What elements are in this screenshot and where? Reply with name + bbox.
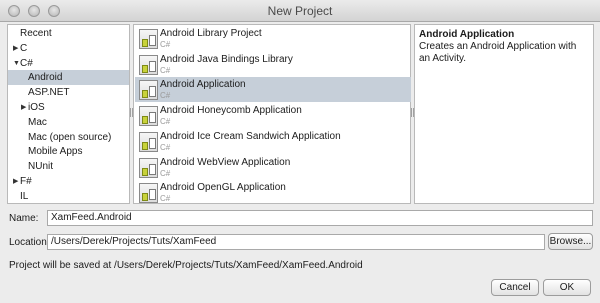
template-language: C# <box>160 168 171 178</box>
template-name: Android Library Project <box>160 28 262 39</box>
category-item[interactable]: ▶ F# <box>8 174 129 189</box>
category-item[interactable]: ▼ C# <box>8 56 129 71</box>
disclosure-expanded-icon[interactable]: ▼ <box>13 56 20 71</box>
ok-button[interactable]: OK <box>543 279 591 296</box>
category-tree: Recent ▶ C ▼ C# Android ASP.NET ▶ iOS Mac Mac (ope… <box>7 24 130 204</box>
cancel-button[interactable]: Cancel <box>491 279 539 296</box>
template-language: C# <box>160 91 171 101</box>
template-item[interactable]: Android Ice Cream Sandwich Application C# <box>135 129 411 154</box>
category-label: Recent <box>20 28 52 39</box>
template-language: C# <box>160 142 171 152</box>
category-label: iOS <box>28 102 45 113</box>
template-item[interactable]: Android Honeycomb Application C# <box>135 103 411 128</box>
location-field[interactable]: /Users/Derek/Projects/Tuts/XamFeed <box>47 234 545 250</box>
disclosure-collapsed-icon[interactable]: ▶ <box>13 174 18 189</box>
category-item[interactable]: NUnit <box>8 159 129 174</box>
template-name: Android Java Bindings Library <box>160 53 293 65</box>
category-label: C <box>20 42 28 54</box>
category-item[interactable]: Mac (open source) <box>8 130 129 145</box>
template-name: Android Honeycomb Application <box>160 105 302 117</box>
category-item[interactable]: Recent <box>8 26 129 41</box>
category-label: ASP.NET <box>28 87 70 99</box>
category-item[interactable]: Android <box>8 70 129 86</box>
template-language: C# <box>160 40 171 49</box>
category-item[interactable]: Mobile Apps <box>8 144 129 159</box>
browse-button[interactable]: Browse... <box>548 233 593 250</box>
android-project-icon <box>139 54 158 75</box>
template-item[interactable]: Android Library Project C# <box>135 26 411 51</box>
template-language: C# <box>160 194 171 204</box>
category-label: Mac <box>28 116 47 128</box>
template-item[interactable]: Android Application C# <box>135 77 411 103</box>
android-project-icon <box>139 131 158 152</box>
category-item[interactable]: ▶ iOS <box>8 100 129 115</box>
category-item[interactable]: Mac <box>8 115 129 130</box>
android-project-icon <box>139 29 158 49</box>
disclosure-collapsed-icon[interactable]: ▶ <box>13 41 18 56</box>
description-panel: Android Application Creates an Android A… <box>414 24 594 204</box>
android-project-icon <box>139 183 158 204</box>
save-path-info: Project will be saved at /Users/Derek/Pr… <box>9 260 363 271</box>
android-project-icon <box>139 80 158 101</box>
title-bar: New Project <box>0 0 600 22</box>
category-label: F# <box>20 176 32 187</box>
template-item[interactable]: Android OpenGL Application C# <box>135 180 411 205</box>
category-label: C# <box>20 57 33 69</box>
template-list: Android Library Project C# Android Java Bi… <box>133 24 411 204</box>
template-language: C# <box>160 65 171 75</box>
description-title: Android Application <box>419 29 515 40</box>
description-text: Creates an Android Application with an A… <box>419 41 577 64</box>
template-language: C# <box>160 117 171 127</box>
category-item[interactable]: ▶ C <box>8 41 129 56</box>
name-field[interactable]: XamFeed.Android <box>47 210 593 226</box>
template-item[interactable]: Android WebView Application C# <box>135 155 411 180</box>
template-name: Android Ice Cream Sandwich Application <box>160 130 341 142</box>
android-project-icon <box>139 157 158 178</box>
template-item[interactable]: Android Java Bindings Library C# <box>135 52 411 77</box>
template-name: Android OpenGL Application <box>160 182 286 194</box>
window-title: New Project <box>267 4 333 18</box>
category-label: Mac (open source) <box>28 131 112 143</box>
category-item[interactable]: ASP.NET <box>8 85 129 100</box>
template-name: Android WebView Application <box>160 156 291 168</box>
template-name: Android Application <box>160 79 246 91</box>
category-label: Mobile Apps <box>28 146 83 158</box>
android-project-icon <box>139 106 158 127</box>
category-item[interactable]: IL <box>8 189 129 204</box>
disclosure-collapsed-icon[interactable]: ▶ <box>21 100 26 115</box>
location-label: Location: <box>9 237 50 248</box>
name-label: Name: <box>9 213 39 224</box>
category-label: Android <box>28 72 63 84</box>
category-label: IL <box>20 190 29 202</box>
category-label: NUnit <box>28 161 54 173</box>
